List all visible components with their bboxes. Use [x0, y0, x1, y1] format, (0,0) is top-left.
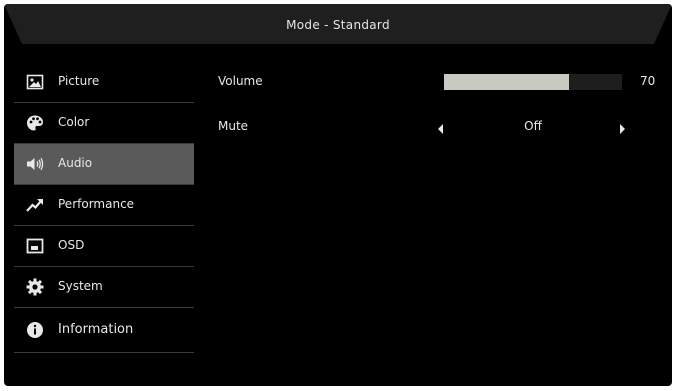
sidebar-item-osd[interactable]: OSD [14, 226, 194, 267]
sidebar-item-label: Picture [58, 74, 100, 88]
sidebar-item-label: OSD [58, 238, 85, 252]
mode-title: Mode - Standard [286, 18, 390, 32]
speaker-icon [26, 155, 44, 173]
sidebar-item-label: System [58, 279, 103, 293]
mute-label: Mute [218, 119, 249, 133]
sidebar-item-performance[interactable]: Performance [14, 185, 194, 226]
sidebar-item-audio[interactable]: Audio [14, 144, 194, 185]
sidebar-item-label: Information [58, 322, 134, 337]
audio-settings-panel: Volume 70 Mute Off [218, 62, 668, 182]
osd-window-icon [26, 237, 44, 255]
volume-slider[interactable] [444, 74, 622, 90]
sidebar-item-system[interactable]: System [14, 267, 194, 308]
osd-menu: Mode - Standard Picture Color Audio Perf… [4, 4, 672, 386]
sidebar-item-color[interactable]: Color [14, 103, 194, 144]
osd-header: Mode - Standard [4, 4, 672, 48]
info-icon [26, 321, 44, 339]
mute-value[interactable]: Off [498, 119, 568, 133]
palette-icon [26, 114, 44, 132]
mute-left-arrow-icon[interactable] [438, 124, 443, 134]
sidebar-item-picture[interactable]: Picture [14, 62, 194, 103]
gear-icon [26, 278, 44, 296]
sidebar-item-label: Performance [58, 197, 135, 211]
sidebar-menu: Picture Color Audio Performance OSD Syst… [14, 62, 194, 353]
sidebar-item-label: Color [58, 115, 90, 129]
volume-label: Volume [218, 74, 263, 88]
sidebar-item-information[interactable]: Information [14, 308, 194, 353]
sidebar-item-label: Audio [58, 156, 93, 170]
volume-slider-fill [444, 74, 569, 90]
trend-arrow-icon [26, 196, 44, 214]
picture-icon [26, 73, 44, 91]
volume-value: 70 [640, 74, 656, 88]
mute-right-arrow-icon[interactable] [620, 124, 625, 134]
